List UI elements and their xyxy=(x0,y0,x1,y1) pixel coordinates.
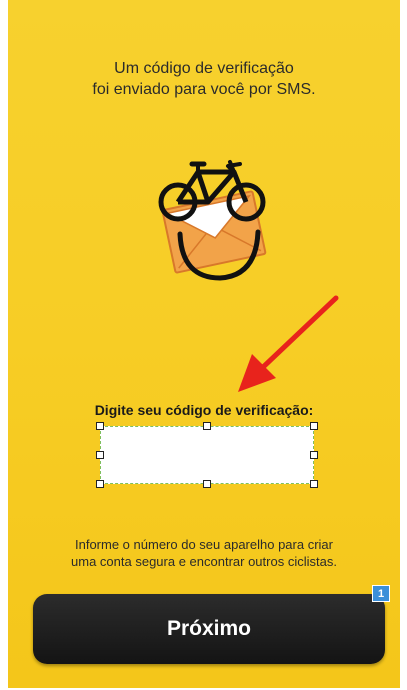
bicycle-envelope-smiley-icon xyxy=(158,160,267,281)
sms-sent-message: Um código de verificação foi enviado par… xyxy=(8,58,400,100)
info-line-2: uma conta segura e encontrar outros cicl… xyxy=(71,554,337,569)
resize-handle-bottom-left[interactable] xyxy=(96,480,104,488)
resize-handle-bottom-center[interactable] xyxy=(203,480,211,488)
verification-code-field xyxy=(96,422,318,488)
resize-handle-top-right[interactable] xyxy=(310,422,318,430)
app-screen: Um código de verificação foi enviado par… xyxy=(8,0,400,688)
red-arrow-icon xyxy=(238,295,339,392)
resize-handle-top-left[interactable] xyxy=(96,422,104,430)
info-line-1: Informe o número do seu aparelho para cr… xyxy=(75,537,333,552)
resize-handle-top-center[interactable] xyxy=(203,422,211,430)
next-button[interactable]: Próximo xyxy=(33,594,385,664)
resize-handle-middle-left[interactable] xyxy=(96,451,104,459)
resize-handle-bottom-right[interactable] xyxy=(310,480,318,488)
info-message: Informe o número do seu aparelho para cr… xyxy=(8,536,400,570)
right-margin xyxy=(400,0,407,690)
resize-handle-middle-right[interactable] xyxy=(310,451,318,459)
verification-code-label: Digite seu código de verificação: xyxy=(94,402,314,418)
step-badge: 1 xyxy=(372,585,390,602)
sms-sent-line-2: foi enviado para você por SMS. xyxy=(92,81,316,98)
sms-sent-line-1: Um código de verificação xyxy=(114,60,294,77)
verification-code-input[interactable] xyxy=(100,426,314,484)
